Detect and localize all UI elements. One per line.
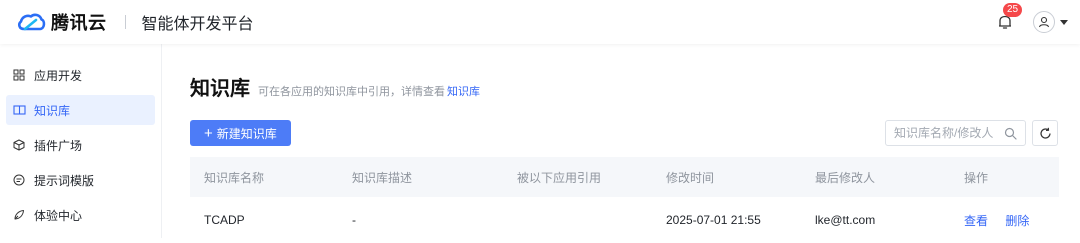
column-header: 最后修改人 xyxy=(815,170,876,185)
user-avatar[interactable] xyxy=(1033,11,1055,33)
new-knowledge-base-button[interactable]: + 新建知识库 xyxy=(190,120,291,146)
sidebar-item-plugins[interactable]: 插件广场 xyxy=(6,130,155,160)
view-button[interactable]: 查看 xyxy=(964,214,988,228)
sidebar-item-app-dev[interactable]: 应用开发 xyxy=(6,60,155,90)
tencent-cloud-logo-icon xyxy=(18,13,46,31)
book-icon xyxy=(12,103,26,117)
sidebar-item-label: 体验中心 xyxy=(34,208,83,223)
column-header: 修改时间 xyxy=(666,170,715,185)
sidebar-item-label: 提示词模版 xyxy=(34,173,95,188)
new-button-label: 新建知识库 xyxy=(216,126,277,141)
notification-badge: 25 xyxy=(1003,3,1023,17)
page-title: 知识库 xyxy=(190,78,250,100)
column-header: 被以下应用引用 xyxy=(517,170,602,185)
kb-description-cell: - xyxy=(352,213,356,227)
docs-link[interactable]: 知识库 xyxy=(447,83,480,99)
kb-actions-cell: 查看 删除 xyxy=(951,212,1059,229)
refresh-button[interactable] xyxy=(1032,120,1058,146)
delete-button[interactable]: 删除 xyxy=(1005,214,1029,228)
user-icon xyxy=(1038,16,1050,28)
kb-modified-time-cell: 2025-07-01 21:55 xyxy=(666,213,761,227)
toolbar: + 新建知识库 xyxy=(190,120,1080,146)
table-header: 知识库名称 知识库描述 被以下应用引用 修改时间 最后修改人 操作 xyxy=(190,157,1059,197)
cube-icon xyxy=(12,138,26,152)
title-row: 知识库 可在各应用的知识库中引用，详情查看 知识库 xyxy=(190,72,1080,101)
sidebar-item-label: 应用开发 xyxy=(34,68,83,83)
prompt-icon xyxy=(12,173,26,187)
column-header: 知识库描述 xyxy=(352,170,413,185)
chevron-down-icon[interactable] xyxy=(1060,19,1068,25)
rocket-icon xyxy=(12,208,26,222)
notification-button[interactable]: 25 xyxy=(995,3,1023,32)
plus-icon: + xyxy=(204,124,213,142)
page-description: 可在各应用的知识库中引用，详情查看 xyxy=(258,86,445,98)
brand[interactable]: 腾讯云 xyxy=(16,9,107,35)
search-icon[interactable] xyxy=(1004,127,1017,140)
column-header: 操作 xyxy=(964,170,989,185)
sidebar-item-label: 知识库 xyxy=(34,103,71,118)
top-header: 腾讯云 智能体开发平台 25 xyxy=(0,0,1080,44)
brand-name: 腾讯云 xyxy=(51,13,107,33)
sidebar-item-experience-center[interactable]: 体验中心 xyxy=(6,200,155,230)
header-actions: 25 xyxy=(995,0,1068,44)
knowledge-base-table: 知识库名称 知识库描述 被以下应用引用 修改时间 最后修改人 操作 TCADP … xyxy=(190,157,1059,243)
table-row: TCADP - 2025-07-01 21:55 lke@tt.com 查看 删… xyxy=(190,197,1059,243)
kb-modified-by-cell: lke@tt.com xyxy=(815,213,876,227)
search-input[interactable] xyxy=(894,126,1002,140)
sidebar-item-label: 插件广场 xyxy=(34,138,83,153)
kb-name-cell: TCADP xyxy=(204,213,245,227)
main-content: 知识库 可在各应用的知识库中引用，详情查看 知识库 + 新建知识库 知识库名称 … xyxy=(163,44,1080,238)
sidebar-item-knowledge-base[interactable]: 知识库 xyxy=(6,95,155,125)
column-header: 知识库名称 xyxy=(204,170,265,185)
refresh-icon xyxy=(1039,127,1051,139)
sidebar: 应用开发 知识库 插件广场 提示词模版 体验中心 xyxy=(0,44,162,238)
grid-icon xyxy=(12,68,26,82)
header-divider xyxy=(124,15,126,29)
sidebar-item-prompt-templates[interactable]: 提示词模版 xyxy=(6,165,155,195)
platform-title: 智能体开发平台 xyxy=(141,16,254,33)
search-box xyxy=(885,120,1026,146)
